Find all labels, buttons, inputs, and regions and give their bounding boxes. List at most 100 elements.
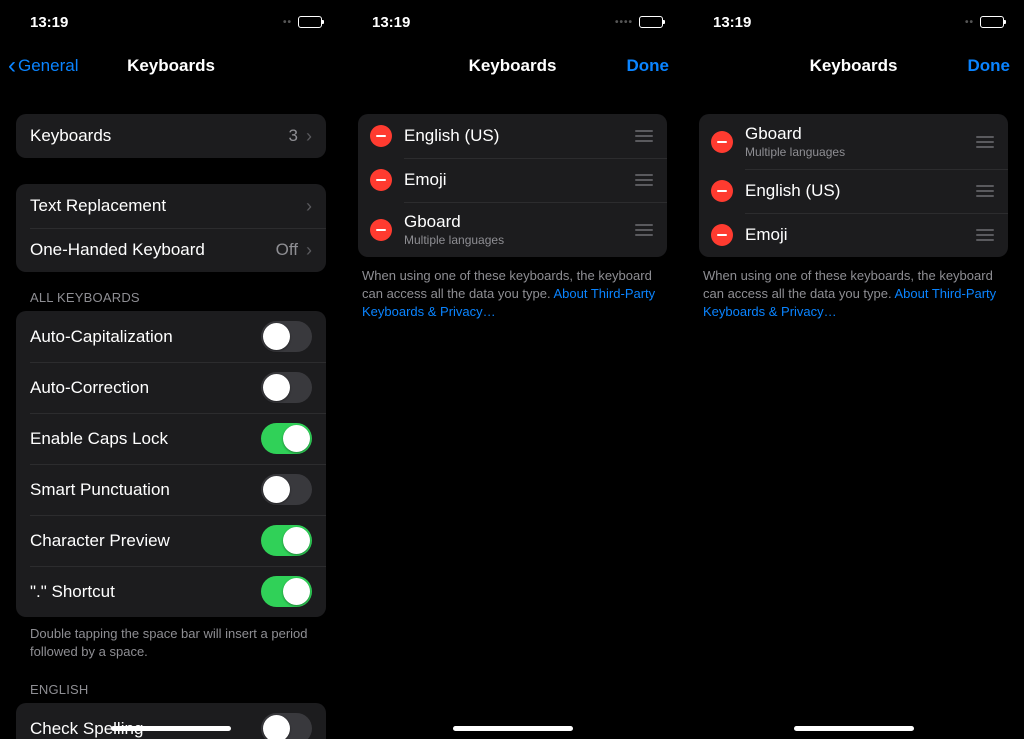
status-time: 13:19 — [30, 14, 68, 31]
list-item-subtitle: Multiple languages — [404, 233, 623, 247]
reorder-grip-icon[interactable] — [974, 136, 996, 148]
toggle-row: Character Preview — [16, 515, 326, 566]
row-detail: Off — [276, 240, 298, 260]
reorder-grip-icon[interactable] — [633, 130, 655, 142]
toggle-switch[interactable] — [261, 713, 312, 739]
row-detail: 3 — [289, 126, 298, 146]
done-button[interactable]: Done — [627, 56, 670, 76]
keyboard-list-item[interactable]: Emoji — [358, 158, 667, 202]
list-item-label: Emoji — [404, 170, 447, 189]
toggle-label: Smart Punctuation — [30, 480, 261, 500]
status-bar: 13:19 •••• — [342, 0, 683, 44]
toggle-row: Enable Caps Lock — [16, 413, 326, 464]
row-label: One-Handed Keyboard — [30, 240, 276, 260]
status-time: 13:19 — [372, 14, 410, 31]
status-bar: 13:19 •• — [0, 0, 342, 44]
keyboard-list-item[interactable]: English (US) — [699, 169, 1008, 213]
page-title: Keyboards — [469, 56, 557, 76]
reorder-grip-icon[interactable] — [633, 224, 655, 236]
row-label: Text Replacement — [30, 196, 298, 216]
toggle-switch[interactable] — [261, 474, 312, 505]
delete-icon[interactable] — [711, 224, 733, 246]
nav-bar: ‹ General Keyboards — [0, 44, 342, 88]
battery-icon — [298, 16, 322, 28]
delete-icon[interactable] — [370, 125, 392, 147]
list-item-label: Gboard — [745, 124, 802, 143]
section-footer-shortcut: Double tapping the space bar will insert… — [0, 617, 342, 664]
toggle-row: "." Shortcut — [16, 566, 326, 617]
toggle-label: Character Preview — [30, 531, 261, 551]
keyboard-list-item[interactable]: Emoji — [699, 213, 1008, 257]
back-button[interactable]: ‹ General — [8, 54, 78, 78]
toggle-switch[interactable] — [261, 423, 312, 454]
toggle-switch[interactable] — [261, 576, 312, 607]
signal-icon: •••• — [615, 17, 633, 28]
phone-3: 13:19 •• Keyboards Done Gboard Multiple l… — [683, 0, 1024, 739]
chevron-right-icon: › — [306, 197, 312, 215]
list-item-text: Emoji — [404, 170, 623, 190]
keyboards-row[interactable]: Keyboards 3 › — [16, 114, 326, 158]
list-item-label: English (US) — [745, 181, 840, 200]
reorder-grip-icon[interactable] — [633, 174, 655, 186]
list-item-label: English (US) — [404, 126, 499, 145]
toggle-row: Smart Punctuation — [16, 464, 326, 515]
battery-icon — [639, 16, 663, 28]
keyboard-list-item[interactable]: English (US) — [358, 114, 667, 158]
row-label: Keyboards — [30, 126, 289, 146]
keyboard-list-item[interactable]: Gboard Multiple languages — [699, 114, 1008, 169]
signal-icon: •• — [283, 17, 292, 28]
delete-icon[interactable] — [370, 219, 392, 241]
chevron-left-icon: ‹ — [8, 54, 16, 78]
toggle-row: Check Spelling — [16, 703, 326, 739]
reorder-grip-icon[interactable] — [974, 229, 996, 241]
home-indicator[interactable] — [453, 726, 573, 731]
status-right: •• — [965, 16, 1004, 28]
keyboard-list-item[interactable]: Gboard Multiple languages — [358, 202, 667, 257]
text-replacement-row[interactable]: Text Replacement › — [16, 184, 326, 228]
toggle-label: "." Shortcut — [30, 582, 261, 602]
delete-icon[interactable] — [711, 131, 733, 153]
toggle-label: Auto-Correction — [30, 378, 261, 398]
privacy-footer: When using one of these keyboards, the k… — [342, 257, 683, 322]
section-header-all-keyboards: ALL KEYBOARDS — [0, 272, 342, 311]
page-title: Keyboards — [127, 56, 215, 76]
toggle-switch[interactable] — [261, 525, 312, 556]
phone-2: 13:19 •••• Keyboards Done English (US) Em… — [342, 0, 683, 739]
phone-1: 13:19 •• ‹ General Keyboards Keyboards 3… — [0, 0, 342, 739]
list-item-text: English (US) — [745, 181, 964, 201]
list-item-text: Emoji — [745, 225, 964, 245]
toggle-row: Auto-Correction — [16, 362, 326, 413]
battery-icon — [980, 16, 1004, 28]
nav-bar: Keyboards Done — [342, 44, 683, 88]
toggle-switch[interactable] — [261, 372, 312, 403]
reorder-grip-icon[interactable] — [974, 185, 996, 197]
status-right: •••• — [615, 16, 663, 28]
status-time: 13:19 — [713, 14, 751, 31]
section-header-english: ENGLISH — [0, 664, 342, 703]
chevron-right-icon: › — [306, 127, 312, 145]
chevron-right-icon: › — [306, 241, 312, 259]
list-item-label: Emoji — [745, 225, 788, 244]
home-indicator[interactable] — [111, 726, 231, 731]
list-item-text: English (US) — [404, 126, 623, 146]
delete-icon[interactable] — [711, 180, 733, 202]
page-title: Keyboards — [810, 56, 898, 76]
list-item-subtitle: Multiple languages — [745, 145, 964, 159]
one-handed-row[interactable]: One-Handed Keyboard Off › — [16, 228, 326, 272]
toggle-label: Enable Caps Lock — [30, 429, 261, 449]
done-button[interactable]: Done — [968, 56, 1011, 76]
list-item-text: Gboard Multiple languages — [745, 124, 964, 159]
delete-icon[interactable] — [370, 169, 392, 191]
back-label: General — [18, 56, 78, 76]
signal-icon: •• — [965, 17, 974, 28]
status-bar: 13:19 •• — [683, 0, 1024, 44]
toggle-switch[interactable] — [261, 321, 312, 352]
privacy-footer: When using one of these keyboards, the k… — [683, 257, 1024, 322]
status-right: •• — [283, 16, 322, 28]
list-item-text: Gboard Multiple languages — [404, 212, 623, 247]
toggle-row: Auto-Capitalization — [16, 311, 326, 362]
nav-bar: Keyboards Done — [683, 44, 1024, 88]
toggle-label: Auto-Capitalization — [30, 327, 261, 347]
list-item-label: Gboard — [404, 212, 461, 231]
home-indicator[interactable] — [794, 726, 914, 731]
